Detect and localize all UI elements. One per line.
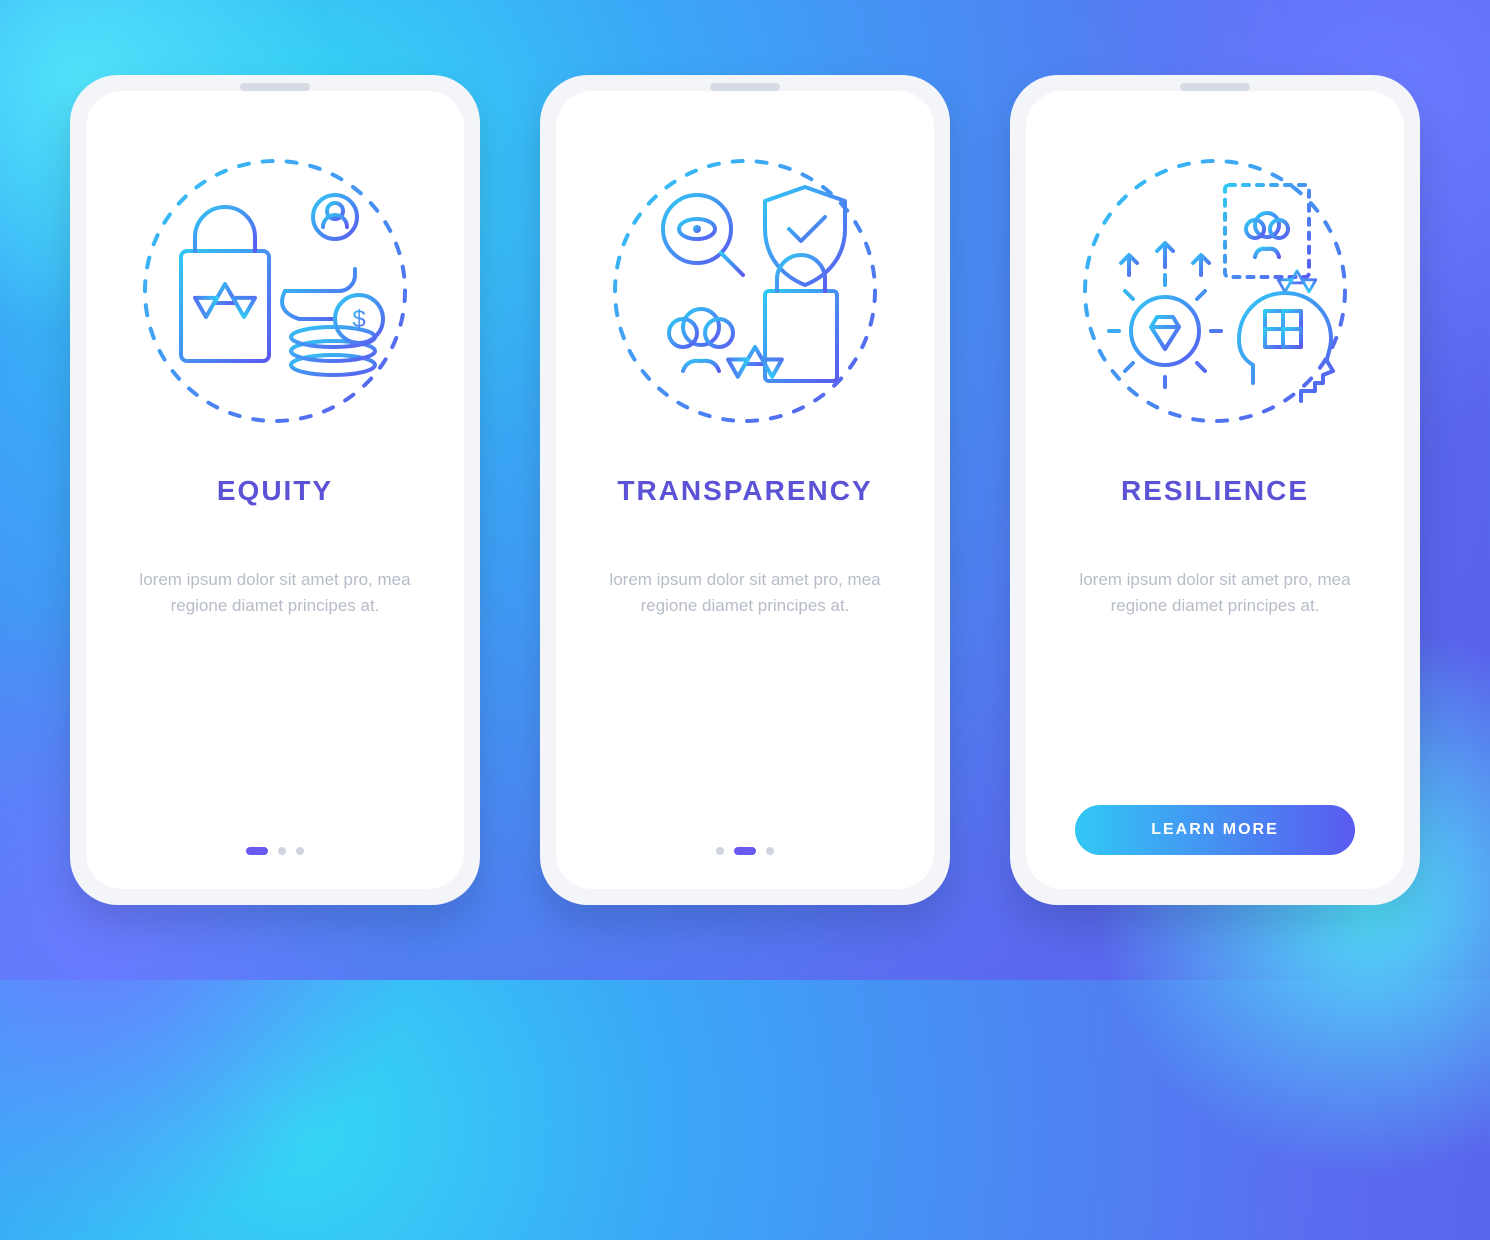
resilience-icon: [1075, 151, 1355, 431]
pager-dot[interactable]: [716, 847, 724, 855]
onboarding-screen-transparency: TRANSPARENCY lorem ipsum dolor sit amet …: [556, 91, 934, 889]
pager-dot-active[interactable]: [734, 847, 756, 855]
onboarding-title: EQUITY: [217, 475, 333, 507]
learn-more-button[interactable]: LEARN MORE: [1075, 805, 1355, 855]
pager-dot[interactable]: [278, 847, 286, 855]
onboarding-desc: lorem ipsum dolor sit amet pro, mea regi…: [1065, 567, 1365, 618]
phone-row: $ EQUITY lorem ipsum dolor sit amet pro,…: [0, 0, 1490, 980]
phone-mockup: TRANSPARENCY lorem ipsum dolor sit amet …: [540, 75, 950, 905]
equity-icon: $: [135, 151, 415, 431]
phone-mockup: RESILIENCE lorem ipsum dolor sit amet pr…: [1010, 75, 1420, 905]
pager-dot[interactable]: [766, 847, 774, 855]
pager-dots: [246, 847, 304, 855]
pager-dots: [716, 847, 774, 855]
phone-mockup: $ EQUITY lorem ipsum dolor sit amet pro,…: [70, 75, 480, 905]
onboarding-title: TRANSPARENCY: [617, 475, 872, 507]
transparency-icon: [605, 151, 885, 431]
onboarding-screen-equity: $ EQUITY lorem ipsum dolor sit amet pro,…: [86, 91, 464, 889]
pager-dot-active[interactable]: [246, 847, 268, 855]
onboarding-desc: lorem ipsum dolor sit amet pro, mea regi…: [125, 567, 425, 618]
pager-dot[interactable]: [296, 847, 304, 855]
onboarding-desc: lorem ipsum dolor sit amet pro, mea regi…: [595, 567, 895, 618]
onboarding-screen-resilience: RESILIENCE lorem ipsum dolor sit amet pr…: [1026, 91, 1404, 889]
onboarding-title: RESILIENCE: [1121, 475, 1309, 507]
svg-text:$: $: [352, 306, 365, 333]
